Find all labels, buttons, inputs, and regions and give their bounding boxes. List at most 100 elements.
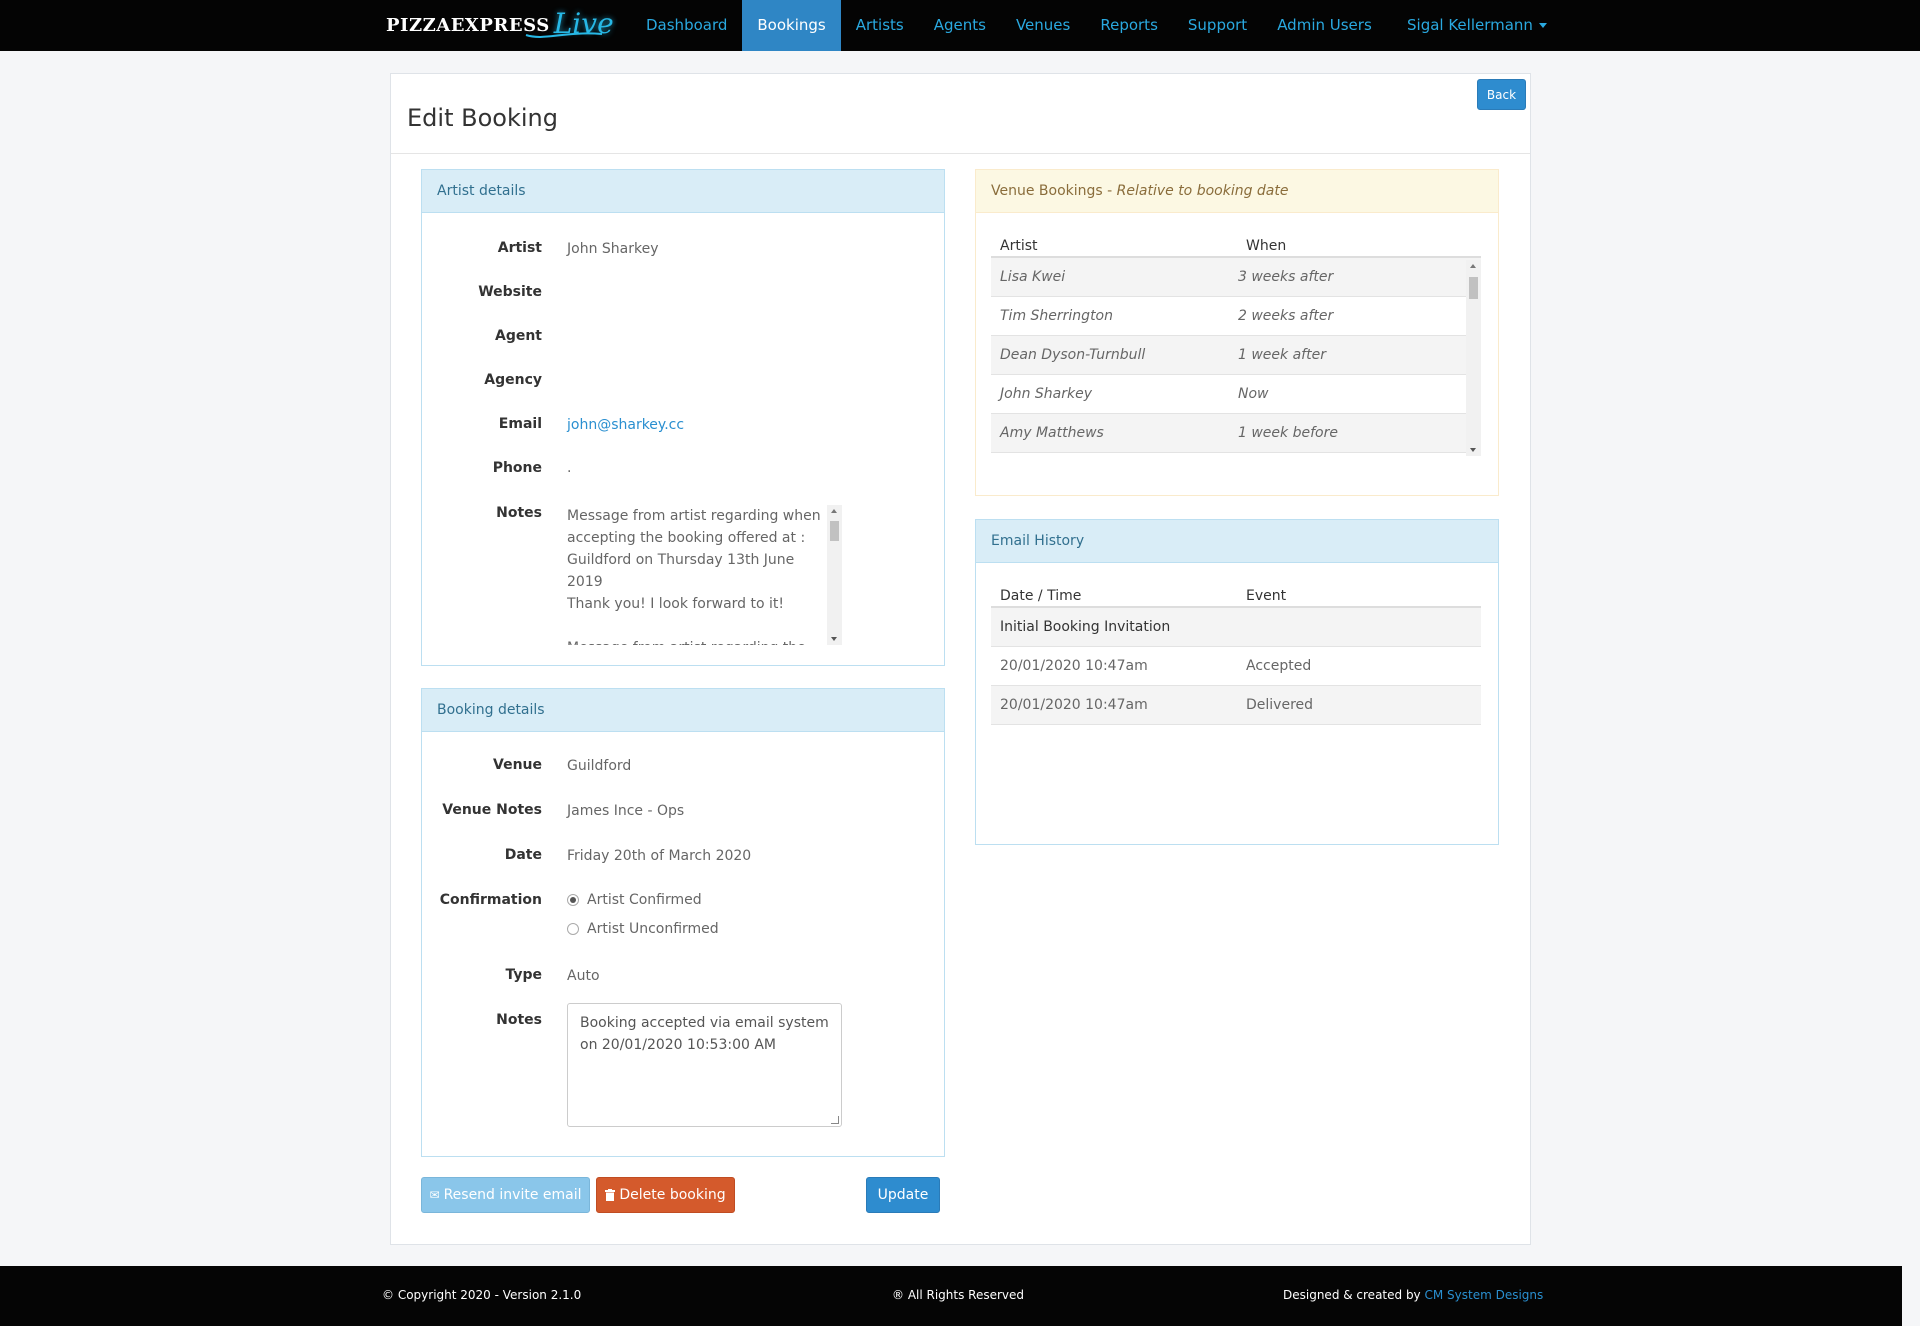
footer-designer-link[interactable]: CM System Designs	[1424, 1288, 1543, 1302]
scroll-up-icon[interactable]	[1470, 264, 1476, 268]
booking-notes-text: Booking accepted via email system on 20/…	[580, 1015, 829, 1053]
radio-checked-icon[interactable]	[567, 894, 579, 906]
resize-grip-icon[interactable]	[831, 1116, 839, 1124]
phone-value: .	[567, 460, 572, 476]
table-group-row: Initial Booking Invitation	[991, 608, 1481, 647]
email-link[interactable]: john@sharkey.cc	[567, 417, 684, 433]
email-history-heading: Email History	[976, 520, 1498, 563]
venue-bookings-panel: Venue Bookings - Relative to booking dat…	[975, 169, 1499, 496]
email-history-table: Date / Time Event Initial Booking Invita…	[991, 578, 1481, 725]
delete-booking-button[interactable]: Delete booking	[596, 1177, 735, 1213]
edit-booking-card: Edit Booking Back Artist details Artist …	[390, 73, 1531, 1245]
table-row[interactable]: Tim Sherrington 2 weeks after	[991, 297, 1481, 336]
row-datetime: 20/01/2020 10:47am	[1000, 658, 1148, 674]
website-label: Website	[478, 284, 542, 300]
table-row: 20/01/2020 10:47am Delivered	[991, 686, 1481, 725]
artist-notes-label: Notes	[496, 505, 542, 521]
table-row: 20/01/2020 10:47am Accepted	[991, 647, 1481, 686]
table-row[interactable]: Dean Dyson-Turnbull 1 week after	[991, 336, 1481, 375]
nav-reports[interactable]: Reports	[1085, 0, 1173, 51]
date-label: Date	[504, 847, 542, 863]
column-header-event: Event	[1246, 588, 1287, 604]
navbar: PIZZAEXPRESS Live Dashboard Bookings Art…	[0, 0, 1920, 51]
footer-rights: ® All Rights Reserved	[892, 1288, 1025, 1302]
radio-unchecked-icon[interactable]	[567, 923, 579, 935]
back-button[interactable]: Back	[1477, 79, 1526, 110]
table-row[interactable]: Lisa Kwei 3 weeks after	[991, 258, 1481, 297]
booking-details-heading: Booking details	[422, 689, 944, 732]
trash-icon	[605, 1189, 616, 1201]
page-header: Edit Booking Back	[391, 74, 1530, 154]
venue-bookings-subtitle: Relative to booking date	[1116, 183, 1289, 199]
email-history-header: Date / Time Event	[991, 578, 1481, 608]
row-artist: Dean Dyson-Turnbull	[1000, 347, 1146, 363]
venue-bookings-header: Artist When	[991, 228, 1481, 258]
table-row[interactable]: John Sharkey Now	[991, 375, 1481, 414]
phone-label: Phone	[492, 460, 542, 476]
footer: © Copyright 2020 - Version 2.1.0 ® All R…	[0, 1266, 1902, 1326]
scroll-down-icon[interactable]	[831, 637, 837, 641]
artist-notes-scrollbar[interactable]	[827, 505, 842, 645]
confirmation-label: Confirmation	[439, 892, 542, 908]
artist-details-heading: Artist details	[422, 170, 944, 213]
caret-down-icon	[1538, 23, 1547, 28]
brand-logo[interactable]: PIZZAEXPRESS Live	[386, 7, 614, 40]
column-header-artist: Artist	[1000, 238, 1038, 254]
venue-value: Guildford	[567, 758, 632, 774]
booking-details-panel: Booking details Venue Guildford Venue No…	[421, 688, 945, 1157]
radio-artist-confirmed-label: Artist Confirmed	[587, 892, 702, 908]
scroll-thumb[interactable]	[1469, 277, 1478, 299]
venue-notes-label: Venue Notes	[442, 802, 542, 818]
venue-bookings-table: Artist When Lisa Kwei 3 weeks after Tim …	[991, 228, 1481, 456]
page-title: Edit Booking	[407, 104, 558, 132]
update-button[interactable]: Update	[866, 1177, 940, 1213]
table-row[interactable]: Amy Matthews 1 week before	[991, 414, 1481, 453]
nav-agents[interactable]: Agents	[919, 0, 1001, 51]
date-value: Friday 20th of March 2020	[567, 848, 752, 864]
row-when: 3 weeks after	[1238, 269, 1334, 285]
email-history-panel: Email History Date / Time Event Initial …	[975, 519, 1499, 845]
nav-artists[interactable]: Artists	[841, 0, 919, 51]
nav-admin-users[interactable]: Admin Users	[1262, 0, 1387, 51]
type-value: Auto	[567, 968, 600, 984]
email-label: Email	[498, 416, 542, 432]
row-datetime: 20/01/2020 10:47am	[1000, 697, 1148, 713]
main-nav: Dashboard Bookings Artists Agents Venues…	[631, 0, 1387, 51]
nav-bookings[interactable]: Bookings	[742, 0, 841, 51]
radio-artist-unconfirmed[interactable]: Artist Unconfirmed	[567, 921, 719, 937]
artist-notes-text: Message from artist regarding when accep…	[567, 508, 821, 645]
agent-label: Agent	[494, 328, 542, 344]
scroll-up-icon[interactable]	[831, 509, 837, 513]
user-name: Sigal Kellermann	[1407, 16, 1533, 34]
radio-artist-unconfirmed-label: Artist Unconfirmed	[587, 921, 719, 937]
footer-copyright: © Copyright 2020 - Version 2.1.0	[382, 1288, 582, 1302]
venue-label: Venue	[493, 757, 542, 773]
brand-swoosh-icon	[525, 32, 603, 38]
row-when: 1 week before	[1238, 425, 1338, 441]
nav-support[interactable]: Support	[1173, 0, 1262, 51]
nav-venues[interactable]: Venues	[1001, 0, 1085, 51]
nav-dashboard[interactable]: Dashboard	[631, 0, 742, 51]
user-menu[interactable]: Sigal Kellermann	[1407, 0, 1547, 51]
scroll-thumb[interactable]	[830, 521, 839, 541]
scroll-down-icon[interactable]	[1470, 448, 1476, 452]
envelope-icon: ✉	[429, 1188, 440, 1202]
resend-invite-button[interactable]: ✉ Resend invite email	[421, 1177, 590, 1213]
artist-notes-box[interactable]: Message from artist regarding when accep…	[567, 505, 842, 645]
footer-credit: Designed & created by CM System Designs	[1283, 1288, 1543, 1302]
page-edge	[1902, 1266, 1920, 1326]
venue-bookings-scrollbar[interactable]	[1466, 260, 1481, 456]
radio-artist-confirmed[interactable]: Artist Confirmed	[567, 892, 702, 908]
row-event: Delivered	[1246, 697, 1314, 713]
resend-invite-label: Resend invite email	[443, 1187, 582, 1203]
row-event: Accepted	[1246, 658, 1312, 674]
artist-details-panel: Artist details Artist John Sharkey Websi…	[421, 169, 945, 666]
row-artist: Tim Sherrington	[1000, 308, 1113, 324]
row-when: 2 weeks after	[1238, 308, 1334, 324]
row-when: Now	[1238, 386, 1269, 402]
booking-notes-label: Notes	[496, 1012, 542, 1028]
booking-notes-textarea[interactable]: Booking accepted via email system on 20/…	[567, 1003, 842, 1127]
delete-booking-label: Delete booking	[619, 1187, 726, 1203]
row-artist: Amy Matthews	[1000, 425, 1104, 441]
artist-label: Artist	[497, 240, 542, 256]
